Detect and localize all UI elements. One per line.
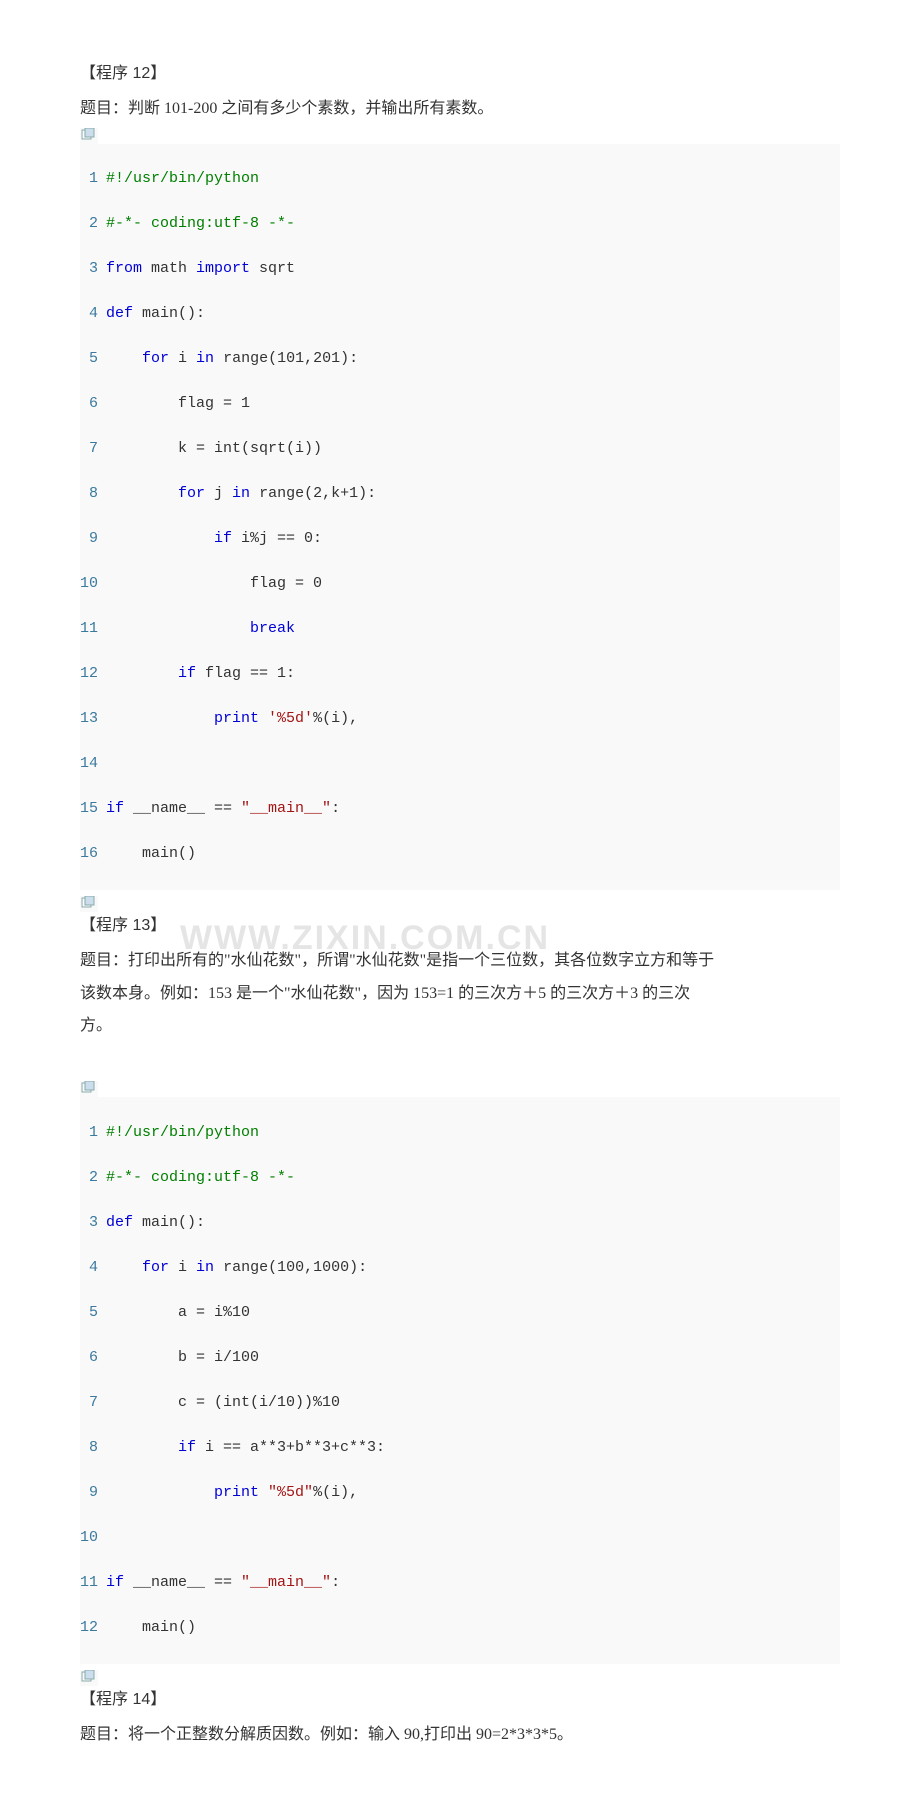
line-number: 16 — [80, 843, 106, 866]
code-text: __name__ — [124, 1574, 214, 1591]
line-number: 11 — [80, 1572, 106, 1595]
line-number: 12 — [80, 663, 106, 686]
code-text: i — [169, 350, 196, 367]
line-number: 2 — [80, 213, 106, 236]
program13-title: 【程序 13】 — [80, 912, 840, 941]
code-text: main() — [133, 845, 196, 862]
code-text: for — [142, 350, 169, 367]
line-number: 4 — [80, 1257, 106, 1280]
code-text: "__main__" — [241, 800, 331, 817]
line-number: 13 — [80, 708, 106, 731]
code-text: main() — [133, 1619, 196, 1636]
code-text: if — [178, 665, 196, 682]
line-number: 9 — [80, 528, 106, 551]
program12-desc: 题目：判断 101-200 之间有多少个素数，并输出所有素数。 — [80, 95, 840, 124]
line-number: 6 — [80, 1347, 106, 1370]
copy-icon[interactable] — [80, 1081, 98, 1097]
program13-desc-line3: 方。 — [80, 1012, 840, 1041]
line-number: 10 — [80, 573, 106, 596]
code-text: range(100,1000): — [214, 1259, 367, 1276]
code-text: in — [232, 485, 250, 502]
code-text: #-*- coding:utf-8 -*- — [106, 215, 295, 232]
line-number: 7 — [80, 438, 106, 461]
code-text: : — [331, 1574, 340, 1591]
code-text: from — [106, 260, 142, 277]
code-text: math — [142, 260, 196, 277]
code-text: i — [169, 1259, 196, 1276]
code-text: '%5d' — [259, 710, 313, 727]
code-text: #-*- coding:utf-8 -*- — [106, 1169, 295, 1186]
line-number: 15 — [80, 798, 106, 821]
program13-desc-line1: 题目：打印出所有的"水仙花数"，所谓"水仙花数"是指一个三位数，其各位数字立方和… — [80, 947, 840, 976]
line-number: 9 — [80, 1482, 106, 1505]
code-text: print — [214, 710, 259, 727]
code-text: if — [106, 800, 124, 817]
line-number: 1 — [80, 168, 106, 191]
code-text: %(i), — [313, 710, 358, 727]
code-text: j — [205, 485, 232, 502]
line-number: 14 — [80, 753, 106, 776]
code-text: if — [214, 530, 232, 547]
code-text: range(2,k+1): — [250, 485, 376, 502]
line-number: 3 — [80, 1212, 106, 1235]
code-text: sqrt — [250, 260, 295, 277]
code-text: main(): — [133, 1214, 205, 1231]
code-text: flag = 1 — [169, 395, 250, 412]
line-number: 4 — [80, 303, 106, 326]
line-number: 5 — [80, 348, 106, 371]
line-number: 1 — [80, 1122, 106, 1145]
code-text: k = int(sqrt(i)) — [169, 440, 322, 457]
program14-desc: 题目：将一个正整数分解质因数。例如：输入 90,打印出 90=2*3*3*5。 — [80, 1721, 840, 1750]
program12-title: 【程序 12】 — [80, 60, 840, 89]
code-text: range(101,201): — [214, 350, 358, 367]
code-text: flag == 1: — [196, 665, 295, 682]
code-text: def — [106, 305, 133, 322]
line-number: 3 — [80, 258, 106, 281]
code-text: "%5d" — [259, 1484, 313, 1501]
code-text: "__main__" — [241, 1574, 331, 1591]
code-text: for — [142, 1259, 169, 1276]
copy-icon[interactable] — [80, 128, 98, 144]
code-text: in — [196, 350, 214, 367]
line-number: 6 — [80, 393, 106, 416]
copy-icon[interactable] — [80, 896, 98, 912]
line-number: 5 — [80, 1302, 106, 1325]
line-number: 10 — [80, 1527, 106, 1550]
code-text: main(): — [133, 305, 205, 322]
line-number: 2 — [80, 1167, 106, 1190]
line-number: 7 — [80, 1392, 106, 1415]
code-text: import — [196, 260, 250, 277]
code-text: #!/usr/bin/python — [106, 170, 259, 187]
code-text: == — [214, 1574, 241, 1591]
line-number: 8 — [80, 1437, 106, 1460]
code-text: b = i/100 — [169, 1349, 259, 1366]
code-text: if — [106, 1574, 124, 1591]
code-text: a = i%10 — [169, 1304, 250, 1321]
code-text: i == a**3+b**3+c**3: — [196, 1439, 385, 1456]
line-number: 11 — [80, 618, 106, 641]
code-block-13: 1#!/usr/bin/python 2#-*- coding:utf-8 -*… — [80, 1097, 840, 1664]
code-text: if — [178, 1439, 196, 1456]
line-number: 12 — [80, 1617, 106, 1640]
code-text: in — [196, 1259, 214, 1276]
code-text: c = (int(i/10))%10 — [169, 1394, 340, 1411]
program14-title: 【程序 14】 — [80, 1686, 840, 1715]
code-text: i%j == 0: — [232, 530, 322, 547]
code-text: == — [214, 800, 241, 817]
code-text: __name__ — [124, 800, 214, 817]
code-block-12: 1#!/usr/bin/python 2#-*- coding:utf-8 -*… — [80, 144, 840, 891]
program13-desc-line2: 该数本身。例如：153 是一个"水仙花数"，因为 153=1 的三次方＋5 的三… — [80, 980, 840, 1009]
code-text: : — [331, 800, 340, 817]
line-number: 8 — [80, 483, 106, 506]
code-text: break — [250, 620, 295, 637]
code-text: #!/usr/bin/python — [106, 1124, 259, 1141]
code-text: print — [214, 1484, 259, 1501]
copy-icon[interactable] — [80, 1670, 98, 1686]
code-text: %(i), — [313, 1484, 358, 1501]
code-text: flag = 0 — [241, 575, 322, 592]
code-text: def — [106, 1214, 133, 1231]
code-text: for — [178, 485, 205, 502]
